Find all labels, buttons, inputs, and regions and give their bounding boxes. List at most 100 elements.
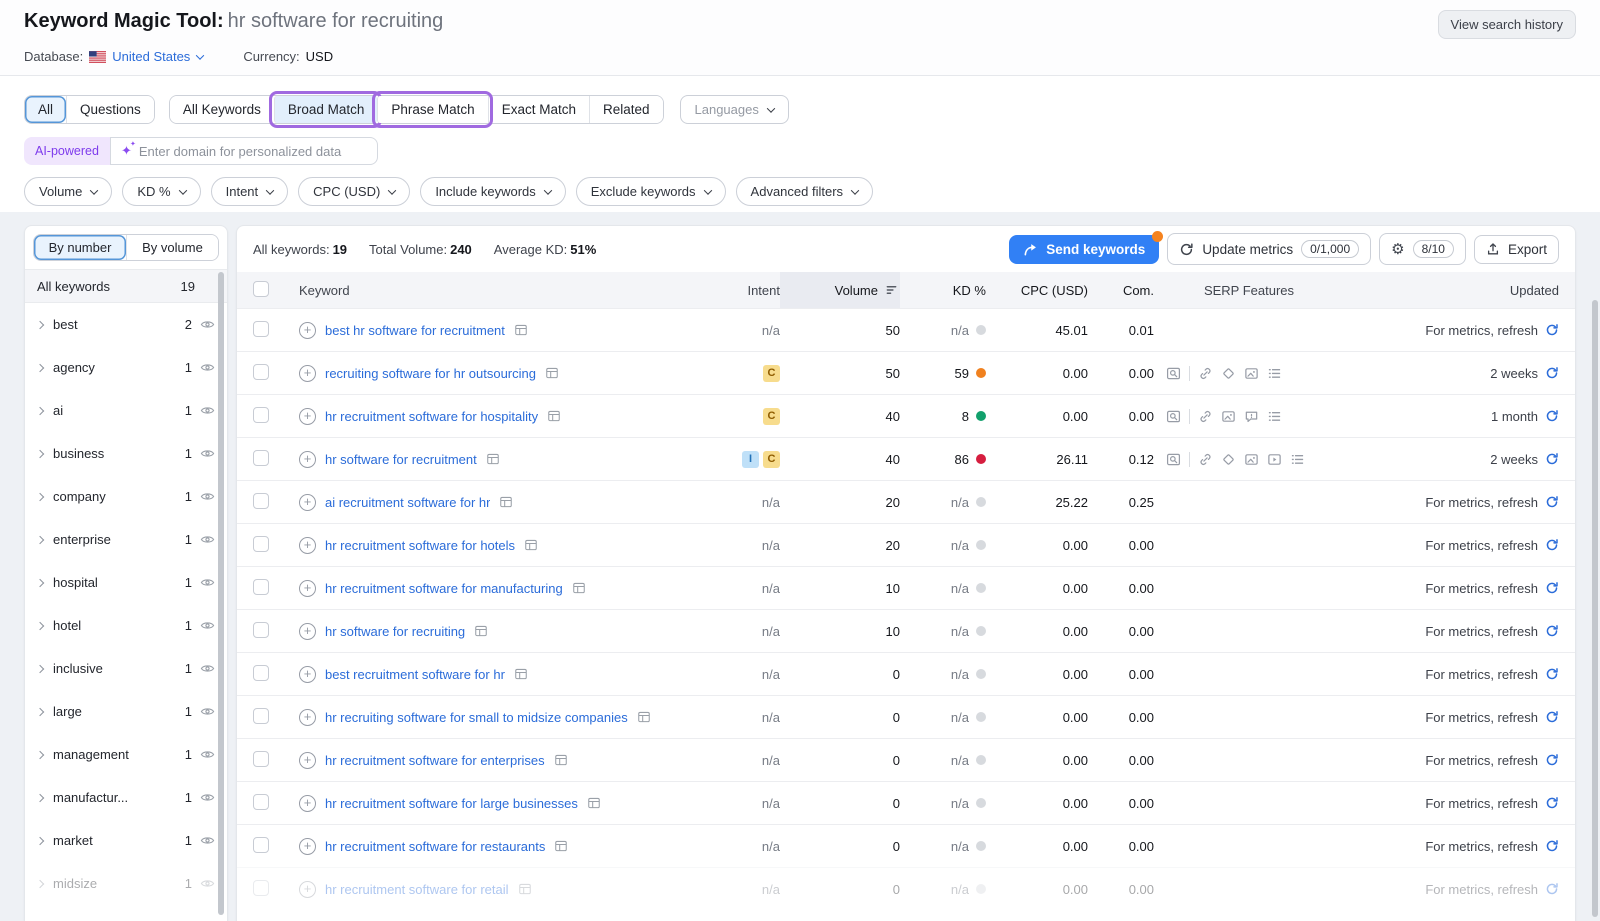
serp-layout-icon[interactable] [554,753,568,767]
metrics-settings-button[interactable]: ⚙ 8/10 [1379,233,1466,265]
add-keyword-icon[interactable]: + [299,494,316,511]
eye-icon[interactable] [200,704,215,719]
row-checkbox[interactable] [253,751,269,767]
add-keyword-icon[interactable]: + [299,838,316,855]
serp-layout-icon[interactable] [499,495,513,509]
serp-layout-icon[interactable] [474,624,488,638]
group-item[interactable]: agency 1 [25,346,227,389]
refresh-icon[interactable] [1545,495,1559,509]
tab-broad-match[interactable]: Broad Match [274,96,378,123]
row-checkbox[interactable] [253,880,269,896]
add-keyword-icon[interactable]: + [299,709,316,726]
add-keyword-icon[interactable]: + [299,537,316,554]
column-intent[interactable]: Intent [708,283,780,298]
eye-icon[interactable] [200,446,215,461]
group-item[interactable]: market 1 [25,819,227,862]
column-cpc[interactable]: CPC (USD) [986,283,1088,298]
row-checkbox[interactable] [253,407,269,423]
add-keyword-icon[interactable]: + [299,580,316,597]
row-checkbox[interactable] [253,364,269,380]
serp-layout-icon[interactable] [547,409,561,423]
refresh-icon[interactable] [1545,753,1559,767]
languages-dropdown[interactable]: Languages [680,95,789,124]
group-item[interactable]: company 1 [25,475,227,518]
row-checkbox[interactable] [253,837,269,853]
group-item[interactable]: midsize 1 [25,862,227,905]
eye-icon[interactable] [200,489,215,504]
serp-layout-icon[interactable] [524,538,538,552]
add-keyword-icon[interactable]: + [299,451,316,468]
row-checkbox[interactable] [253,536,269,552]
filter-volume[interactable]: Volume [24,177,112,206]
eye-icon[interactable] [200,532,215,547]
keyword-link[interactable]: hr software for recruiting [325,624,465,639]
column-serp-features[interactable]: SERP Features [1154,283,1344,298]
keyword-link[interactable]: hr recruitment software for enterprises [325,753,545,768]
eye-icon[interactable] [200,360,215,375]
column-com[interactable]: Com. [1088,283,1154,298]
eye-icon[interactable] [200,876,215,891]
column-volume[interactable]: Volume [780,272,900,308]
keyword-link[interactable]: hr recruitment software for hotels [325,538,515,553]
by-number-button[interactable]: By number [34,235,126,260]
select-all-checkbox[interactable] [253,281,269,297]
filter-include-keywords[interactable]: Include keywords [420,177,565,206]
eye-icon[interactable] [200,618,215,633]
serp-layout-icon[interactable] [514,323,528,337]
add-keyword-icon[interactable]: + [299,623,316,640]
keyword-link[interactable]: hr recruitment software for large busine… [325,796,578,811]
add-keyword-icon[interactable]: + [299,365,316,382]
keyword-link[interactable]: hr recruiting software for small to mids… [325,710,628,725]
serp-layout-icon[interactable] [514,667,528,681]
eye-icon[interactable] [200,833,215,848]
group-item[interactable]: hotel 1 [25,604,227,647]
keyword-link[interactable]: recruiting software for hr outsourcing [325,366,536,381]
by-volume-button[interactable]: By volume [126,235,218,260]
row-checkbox[interactable] [253,622,269,638]
eye-icon[interactable] [200,747,215,762]
group-item[interactable]: hospital 1 [25,561,227,604]
export-button[interactable]: Export [1474,235,1559,264]
send-keywords-button[interactable]: Send keywords [1009,235,1159,264]
row-checkbox[interactable] [253,708,269,724]
all-keywords-group[interactable]: All keywords 19 [25,269,227,303]
column-updated[interactable]: Updated [1344,283,1559,298]
serp-layout-icon[interactable] [518,882,532,896]
refresh-icon[interactable] [1545,882,1559,896]
filter-advanced[interactable]: Advanced filters [736,177,874,206]
filter-cpc[interactable]: CPC (USD) [298,177,410,206]
group-item[interactable]: large 1 [25,690,227,733]
domain-input[interactable] [139,144,367,159]
view-search-history-button[interactable]: View search history [1438,10,1576,39]
refresh-icon[interactable] [1545,452,1559,466]
keyword-link[interactable]: ai recruitment software for hr [325,495,490,510]
group-item[interactable]: best 2 [25,303,227,346]
row-checkbox[interactable] [253,493,269,509]
group-item[interactable]: manufactur... 1 [25,776,227,819]
column-keyword[interactable]: Keyword [299,283,708,298]
eye-icon[interactable] [200,403,215,418]
serp-layout-icon[interactable] [572,581,586,595]
serp-layout-icon[interactable] [587,796,601,810]
page-scrollbar[interactable] [1592,300,1598,917]
keyword-link[interactable]: hr recruitment software for retail [325,882,509,897]
add-keyword-icon[interactable]: + [299,795,316,812]
database-select[interactable]: United States [112,49,203,64]
refresh-icon[interactable] [1545,581,1559,595]
refresh-icon[interactable] [1545,538,1559,552]
row-checkbox[interactable] [253,579,269,595]
add-keyword-icon[interactable]: + [299,322,316,339]
tab-exact-match[interactable]: Exact Match [488,96,589,123]
keyword-link[interactable]: hr recruitment software for restaurants [325,839,545,854]
group-item[interactable]: inclusive 1 [25,647,227,690]
refresh-icon[interactable] [1545,710,1559,724]
refresh-icon[interactable] [1545,409,1559,423]
eye-icon[interactable] [200,790,215,805]
group-item[interactable]: enterprise 1 [25,518,227,561]
serp-layout-icon[interactable] [637,710,651,724]
add-keyword-icon[interactable]: + [299,408,316,425]
eye-icon[interactable] [200,317,215,332]
filter-exclude-keywords[interactable]: Exclude keywords [576,177,726,206]
refresh-icon[interactable] [1545,366,1559,380]
serp-layout-icon[interactable] [554,839,568,853]
